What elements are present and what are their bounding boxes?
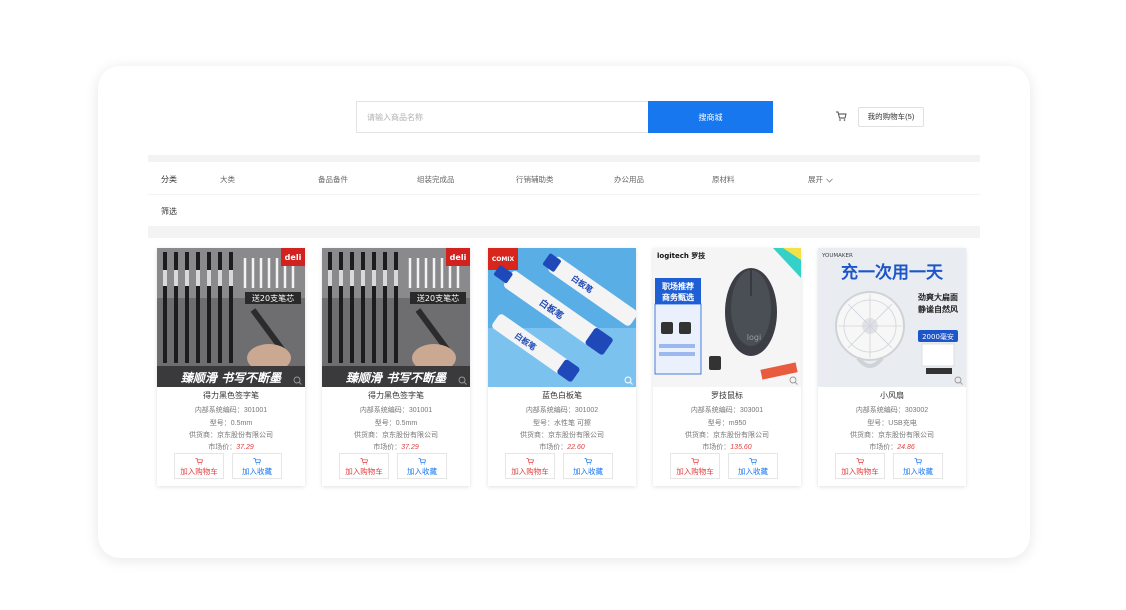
product-price: 市场价：24.86 [869, 444, 915, 451]
image-badge: 送20支笔芯 [252, 293, 294, 303]
category-option[interactable]: 行销辅助类 [516, 174, 554, 185]
add-to-cart-button[interactable]: 加入购物车 [339, 453, 389, 479]
product-supplier: 供货商：京东股份有限公司 [850, 432, 934, 439]
product-sku: 内部系统编码：301002 [525, 407, 599, 414]
brand-logo: deli [450, 253, 467, 262]
product-model: 型号：USB充电 [867, 420, 917, 427]
product-price: 市场价：22.60 [539, 444, 585, 451]
product-supplier: 供货商：京东股份有限公司 [685, 432, 769, 439]
product-card[interactable]: deli 送20支笔芯 臻顺滑 书写不断墨 得力黑色签字笔 内部系统编码：301… [322, 248, 470, 486]
zoom-icon[interactable] [789, 376, 798, 385]
chevron-down-icon [826, 178, 833, 183]
cart-icon [584, 457, 592, 464]
product-name[interactable]: 得力黑色签字笔 [157, 390, 305, 401]
add-to-cart-button[interactable]: 加入购物车 [670, 453, 720, 479]
product-image[interactable]: COMIX 白板笔 白板笔 白板笔 [488, 248, 636, 387]
brand-logo: COMIX [492, 256, 515, 263]
cart-icon [749, 457, 757, 464]
expand-label: 展开 [808, 175, 823, 184]
category-option[interactable]: 原材料 [712, 174, 735, 185]
product-image[interactable]: logitech 罗技 职场推荐 商务甄选 logi [653, 248, 801, 387]
zoom-icon[interactable] [293, 376, 302, 385]
product-supplier: 供货商：京东股份有限公司 [354, 432, 438, 439]
filter-panel-bottom [148, 226, 980, 238]
product-supplier: 供货商：京东股份有限公司 [189, 432, 273, 439]
screen-filter-row: 筛选 [148, 195, 980, 225]
brand-logo: deli [285, 253, 302, 262]
image-slogan: 臻顺滑 书写不断墨 [346, 371, 447, 385]
shopping-cart-icon[interactable] [835, 110, 847, 122]
product-price: 市场价：135.60 [702, 444, 752, 451]
add-to-cart-button[interactable]: 加入购物车 [505, 453, 555, 479]
cart-icon [195, 457, 203, 464]
category-option[interactable]: 组装完成品 [417, 174, 455, 185]
product-card[interactable]: YOUMAKER 充一次用一天 劲爽大扁面 静谧自然风 2000毫安 小风扇 内… [818, 248, 966, 486]
product-name[interactable]: 得力黑色签字笔 [322, 390, 470, 401]
my-cart-button[interactable]: 我的购物车(5) [858, 107, 924, 127]
filter-panel-top [148, 155, 980, 162]
mouse-logo: logi [747, 333, 761, 342]
svg-text:静谧自然风: 静谧自然风 [918, 304, 958, 314]
product-name[interactable]: 罗技鼠标 [653, 390, 801, 401]
image-headline: 职场推荐 [662, 281, 694, 291]
product-image[interactable]: YOUMAKER 充一次用一天 劲爽大扁面 静谧自然风 2000毫安 [818, 248, 966, 387]
cart-icon [914, 457, 922, 464]
expand-toggle[interactable]: 展开 [808, 174, 833, 185]
product-card[interactable]: deli 送20支笔芯 臻顺滑 书写不断墨 得力黑色签字笔 内部系统编码：301… [157, 248, 305, 486]
add-to-cart-button[interactable]: 加入购物车 [835, 453, 885, 479]
product-sku: 内部系统编码：301001 [194, 407, 268, 414]
product-model: 型号：水性笔 可擦 [533, 420, 591, 427]
cart-icon [418, 457, 426, 464]
image-slogan: 臻顺滑 书写不断墨 [181, 371, 282, 385]
image-badge: 送20支笔芯 [417, 293, 459, 303]
product-price: 市场价：37.29 [373, 444, 419, 451]
product-name[interactable]: 蓝色白板笔 [488, 390, 636, 401]
product-image[interactable]: deli 送20支笔芯 臻顺滑 书写不断墨 [322, 248, 470, 387]
product-model: 型号：0.5mm [209, 420, 253, 427]
category-option[interactable]: 大类 [220, 174, 235, 185]
add-to-favorites-button[interactable]: 加入收藏 [728, 453, 778, 479]
product-sku: 内部系统编码：303001 [690, 407, 764, 414]
search-input[interactable] [356, 101, 649, 133]
product-price: 市场价：37.29 [208, 444, 254, 451]
cart-icon [253, 457, 261, 464]
category-filter-row: 分类 大类 备品备件 组装完成品 行销辅助类 办公用品 原材料 展开 [148, 162, 980, 194]
product-sku: 内部系统编码：301001 [359, 407, 433, 414]
product-card[interactable]: COMIX 白板笔 白板笔 白板笔 蓝色白板笔 内部系统编码：301002 型号… [488, 248, 636, 486]
add-to-favorites-button[interactable]: 加入收藏 [563, 453, 613, 479]
cart-icon [526, 457, 534, 464]
add-to-cart-button[interactable]: 加入购物车 [174, 453, 224, 479]
add-to-favorites-button[interactable]: 加入收藏 [232, 453, 282, 479]
cart-icon [360, 457, 368, 464]
product-model: 型号：0.5mm [374, 420, 418, 427]
search-button[interactable]: 搜商城 [648, 101, 773, 133]
add-to-favorites-button[interactable]: 加入收藏 [893, 453, 943, 479]
product-image[interactable]: deli 送20支笔芯 臻顺滑 书写不断墨 [157, 248, 305, 387]
zoom-icon[interactable] [458, 376, 467, 385]
brand-logo: YOUMAKER [821, 253, 853, 259]
image-badge: 2000毫安 [922, 332, 954, 341]
product-card[interactable]: logitech 罗技 职场推荐 商务甄选 logi 罗技鼠标 内部系统编码：3… [653, 248, 801, 486]
image-headline: 充一次用一天 [841, 262, 944, 283]
product-sku: 内部系统编码：303002 [855, 407, 929, 414]
cart-icon [856, 457, 864, 464]
svg-text:商务甄选: 商务甄选 [662, 292, 694, 302]
category-option[interactable]: 备品备件 [318, 174, 348, 185]
category-label: 分类 [161, 175, 177, 184]
add-to-favorites-button[interactable]: 加入收藏 [397, 453, 447, 479]
screen-label: 筛选 [161, 207, 177, 216]
product-supplier: 供货商：京东股份有限公司 [520, 432, 604, 439]
zoom-icon[interactable] [954, 376, 963, 385]
category-option[interactable]: 办公用品 [614, 174, 644, 185]
brand-logo: logitech 罗技 [657, 251, 706, 260]
zoom-icon[interactable] [624, 376, 633, 385]
product-model: 型号：m950 [707, 420, 747, 427]
svg-text:劲爽大扁面: 劲爽大扁面 [918, 292, 958, 302]
cart-icon [691, 457, 699, 464]
product-name[interactable]: 小风扇 [818, 390, 966, 401]
